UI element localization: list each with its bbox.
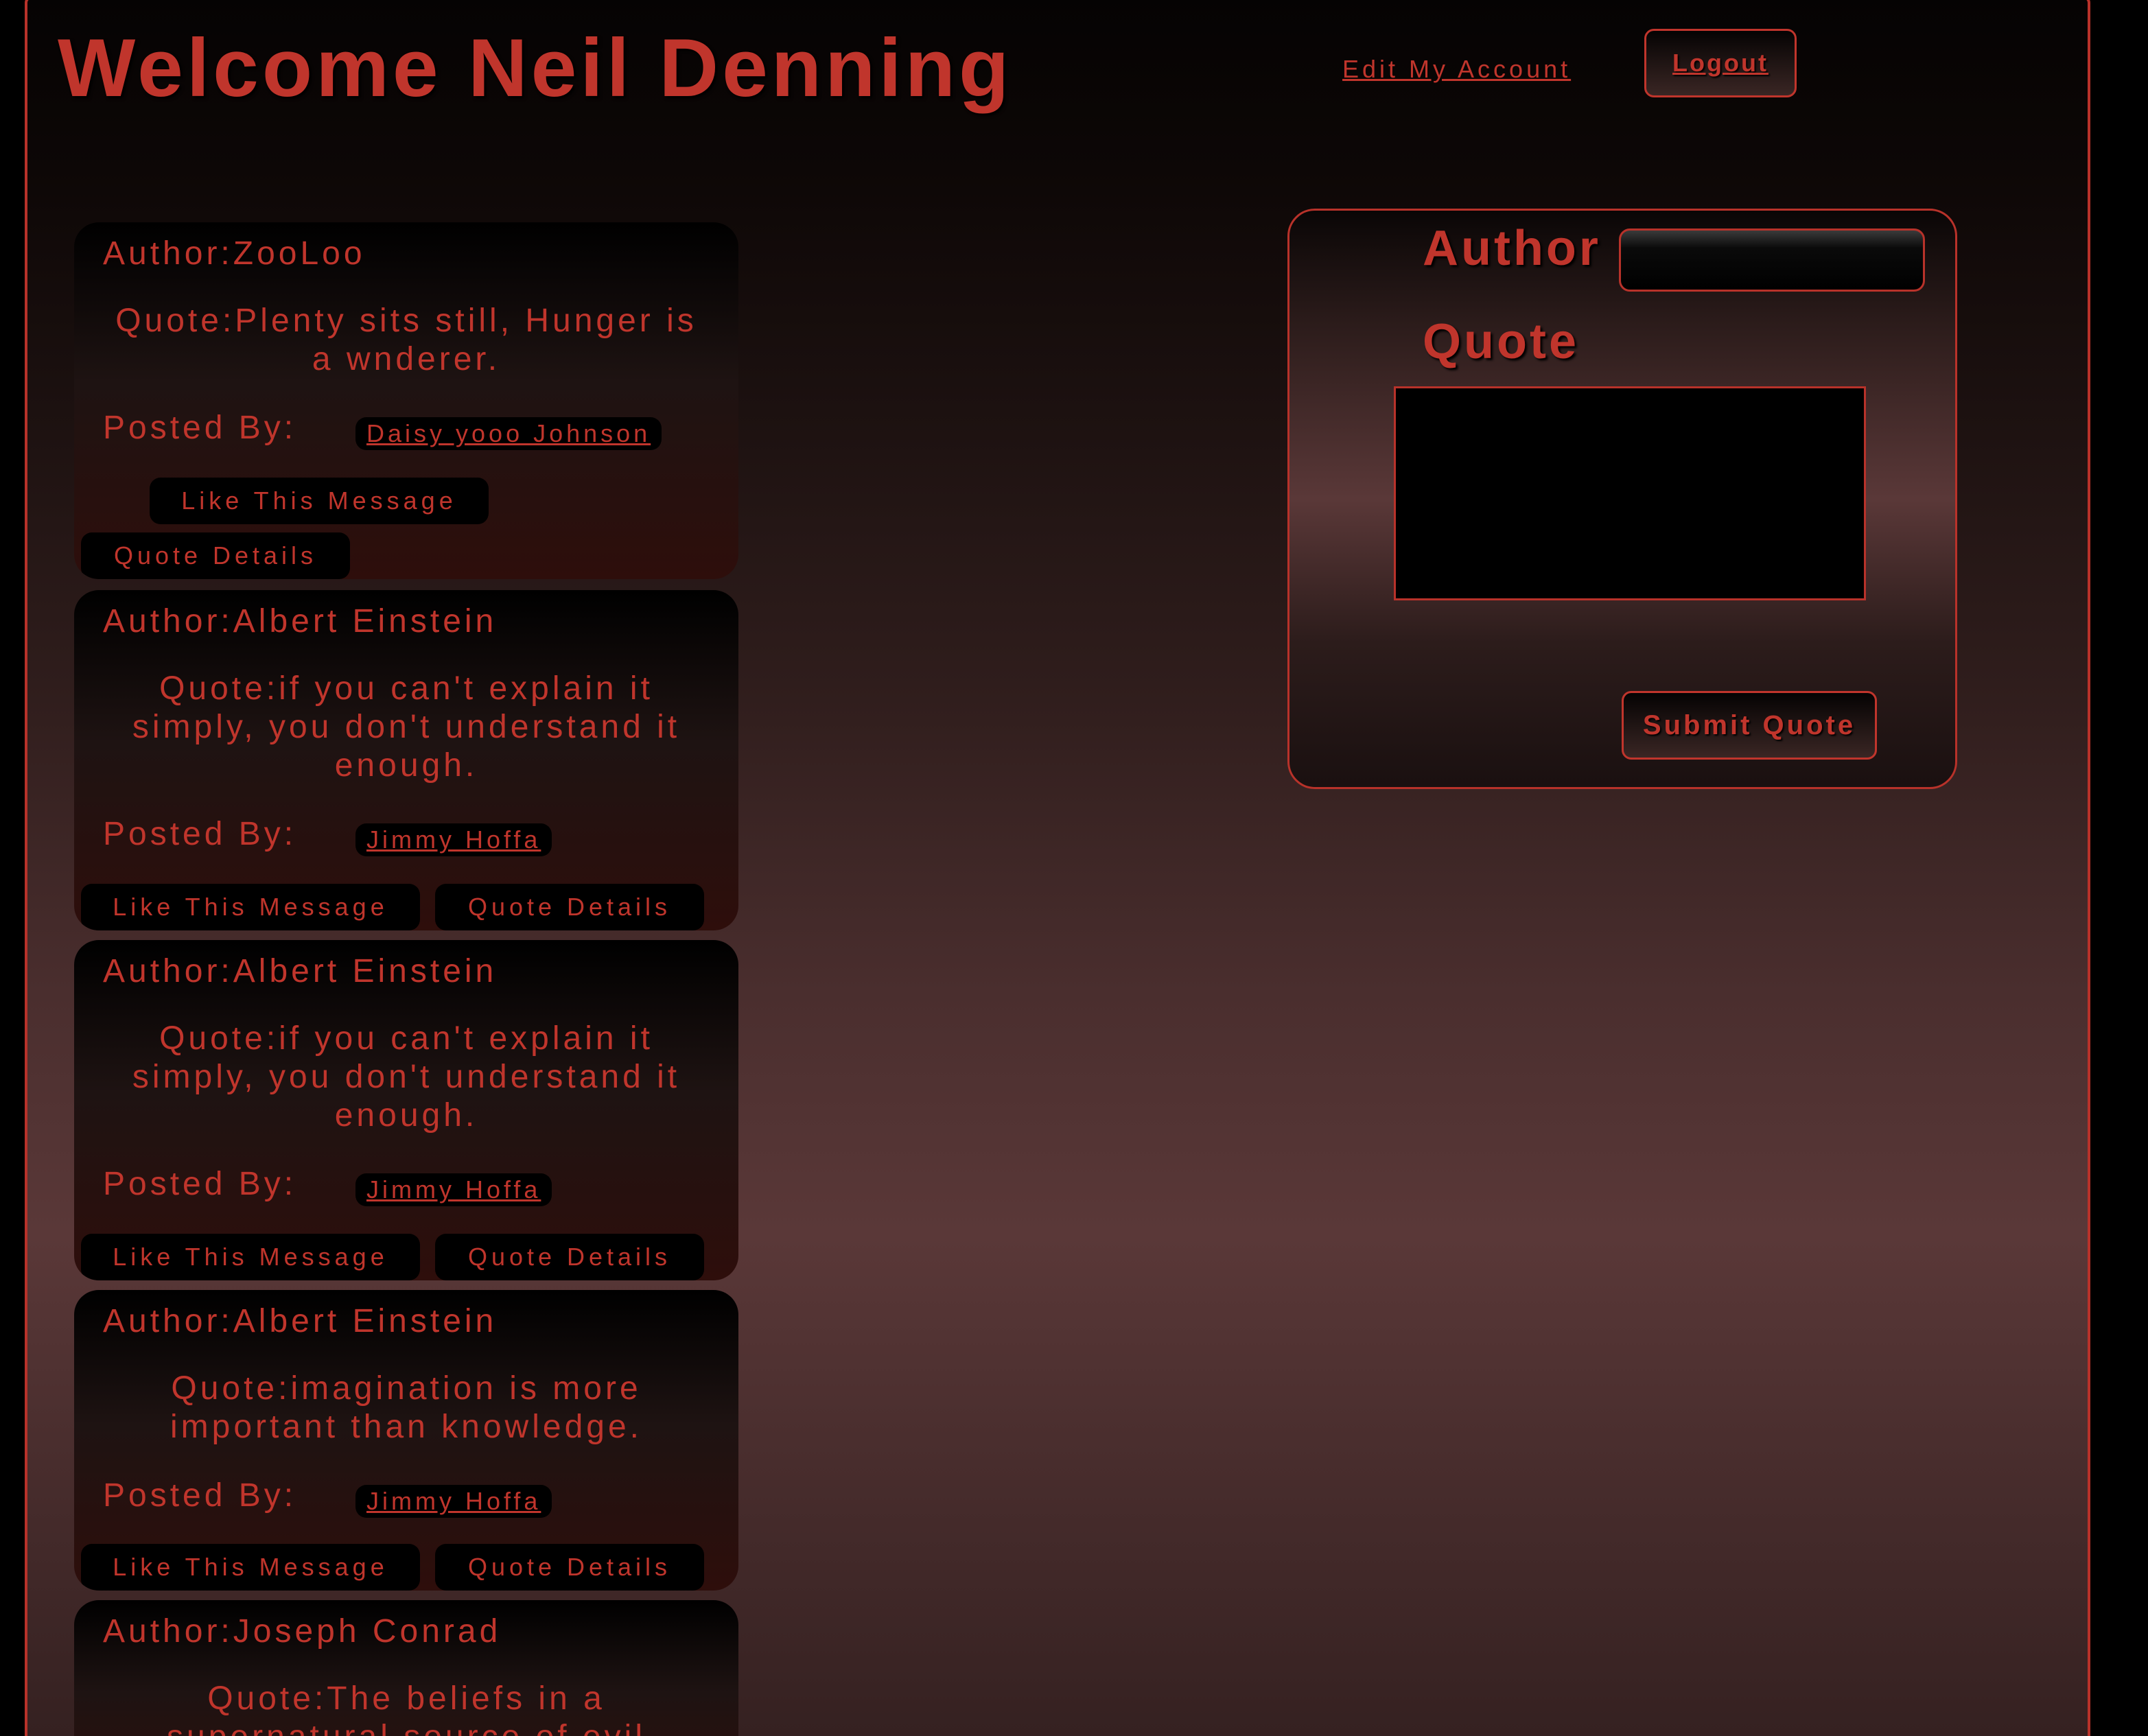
like-message-button[interactable]: Like This Message xyxy=(81,1234,420,1280)
posted-by-label: Posted By: xyxy=(103,410,297,446)
quote-text: Quote:The beliefs in a supernatural sour… xyxy=(167,1680,642,1736)
quote-author: Author:Joseph Conrad xyxy=(103,1613,502,1650)
quote-details-button[interactable]: Quote Details xyxy=(435,1234,704,1280)
quote-card: Author:Joseph Conrad Quote:The beliefs i… xyxy=(74,1600,738,1736)
quote-textarea[interactable] xyxy=(1394,386,1866,600)
like-message-button[interactable]: Like This Message xyxy=(81,1544,420,1591)
like-message-button[interactable]: Like This Message xyxy=(150,478,489,524)
like-message-button[interactable]: Like This Message xyxy=(81,884,420,930)
poster-link[interactable]: Jimmy Hoffa xyxy=(355,1173,552,1206)
edit-account-link[interactable]: Edit My Account xyxy=(1342,55,1571,84)
posted-by-label: Posted By: xyxy=(103,1477,297,1514)
quote-label: Quote xyxy=(1423,314,1579,369)
quote-text: Quote:if you can't explain it simply, yo… xyxy=(132,1020,681,1134)
poster-link[interactable]: Jimmy Hoffa xyxy=(355,1485,552,1518)
poster-link[interactable]: Jimmy Hoffa xyxy=(355,823,552,856)
quote-text: Quote:Plenty sits still, Hunger is a wnd… xyxy=(115,303,697,377)
posted-by-label: Posted By: xyxy=(103,816,297,852)
quote-author: Author:Albert Einstein xyxy=(103,603,498,640)
quote-author: Author:Albert Einstein xyxy=(103,1303,498,1339)
author-label: Author xyxy=(1423,221,1601,276)
quote-details-button[interactable]: Quote Details xyxy=(435,884,704,930)
quote-details-button[interactable]: Quote Details xyxy=(81,532,350,579)
quote-text: Quote:if you can't explain it simply, yo… xyxy=(132,670,681,784)
quote-card: Author:Albert Einstein Quote:if you can'… xyxy=(74,590,738,930)
quote-author: Author:ZooLoo xyxy=(103,235,366,272)
quote-text: Quote:imagination is more important than… xyxy=(170,1370,642,1445)
poster-link[interactable]: Daisy yooo Johnson xyxy=(355,417,662,450)
quote-details-button[interactable]: Quote Details xyxy=(435,1544,704,1591)
quote-author: Author:Albert Einstein xyxy=(103,953,498,989)
author-input[interactable] xyxy=(1619,228,1925,292)
quote-card: Author:ZooLoo Quote:Plenty sits still, H… xyxy=(74,222,738,579)
logout-button[interactable]: Logout xyxy=(1644,29,1797,97)
posted-by-label: Posted By: xyxy=(103,1166,297,1202)
submit-quote-button[interactable]: Submit Quote xyxy=(1622,691,1877,760)
page-frame: Welcome Neil Denning Edit My Account Log… xyxy=(25,0,2090,1736)
quote-card: Author:Albert Einstein Quote:imagination… xyxy=(74,1290,738,1591)
add-quote-form: Author Quote Submit Quote xyxy=(1287,209,1957,789)
page-title: Welcome Neil Denning xyxy=(58,22,1013,114)
quote-card: Author:Albert Einstein Quote:if you can'… xyxy=(74,940,738,1280)
